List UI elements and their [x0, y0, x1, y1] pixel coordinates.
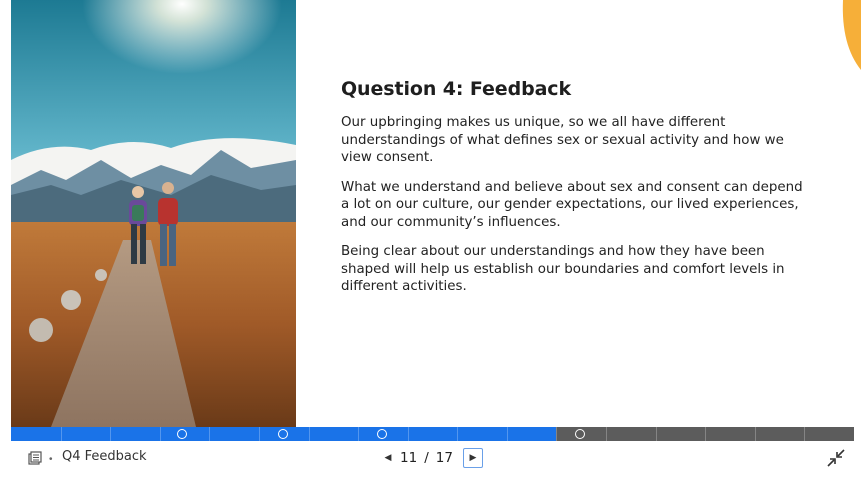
progress-marker[interactable]: [575, 429, 585, 439]
progress-segment-divider: [507, 427, 508, 441]
photo-illustration: [11, 0, 296, 427]
bottom-bar: • Q4 Feedback ◀ 11 / 17 ▶: [0, 441, 861, 477]
next-slide-button[interactable]: ▶: [462, 448, 483, 468]
pager-separator: /: [424, 450, 429, 466]
progress-segment-divider: [457, 427, 458, 441]
progress-segment-divider: [110, 427, 111, 441]
progress-bar[interactable]: [11, 427, 854, 441]
progress-segment-divider: [656, 427, 657, 441]
progress-segment-divider: [160, 427, 161, 441]
paragraph-upbringing: Our upbringing makes us unique, so we al…: [341, 115, 784, 165]
current-slide-number: 11: [400, 450, 418, 466]
paragraph-culture: What we understand and believe about sex…: [341, 179, 803, 230]
progress-marker[interactable]: [377, 429, 387, 439]
current-slide-title[interactable]: Q4 Feedback: [62, 449, 147, 464]
corner-tab-decoration: [831, 0, 861, 70]
shrink-icon[interactable]: [826, 448, 846, 468]
slide-pager: ◀ 11 / 17 ▶: [380, 446, 483, 470]
progress-segment-divider: [556, 427, 557, 441]
separator-dot: •: [49, 454, 53, 465]
slide-canvas: Question 4: Feedback Our upbringing make…: [11, 0, 854, 427]
hikers-mountain-photo: [11, 0, 296, 427]
previous-slide-button[interactable]: ◀: [380, 448, 396, 468]
slide-heading: Question 4: Feedback: [341, 78, 571, 100]
progress-segment-divider: [259, 427, 260, 441]
outline-icon[interactable]: [27, 451, 43, 467]
progress-marker[interactable]: [278, 429, 288, 439]
total-slide-count: 17: [435, 450, 453, 466]
progress-segment-divider: [309, 427, 310, 441]
progress-segment-divider: [61, 427, 62, 441]
progress-segment-divider: [209, 427, 210, 441]
progress-segment-divider: [705, 427, 706, 441]
progress-segment-divider: [358, 427, 359, 441]
paragraph-boundaries: Being clear about our understandings and…: [341, 244, 785, 294]
progress-segment-divider: [606, 427, 607, 441]
progress-segment-divider: [755, 427, 756, 441]
progress-marker[interactable]: [177, 429, 187, 439]
progress-segment-divider: [408, 427, 409, 441]
feedback-content: Question 4: Feedback Our upbringing make…: [341, 78, 811, 308]
progress-segment-divider: [804, 427, 805, 441]
